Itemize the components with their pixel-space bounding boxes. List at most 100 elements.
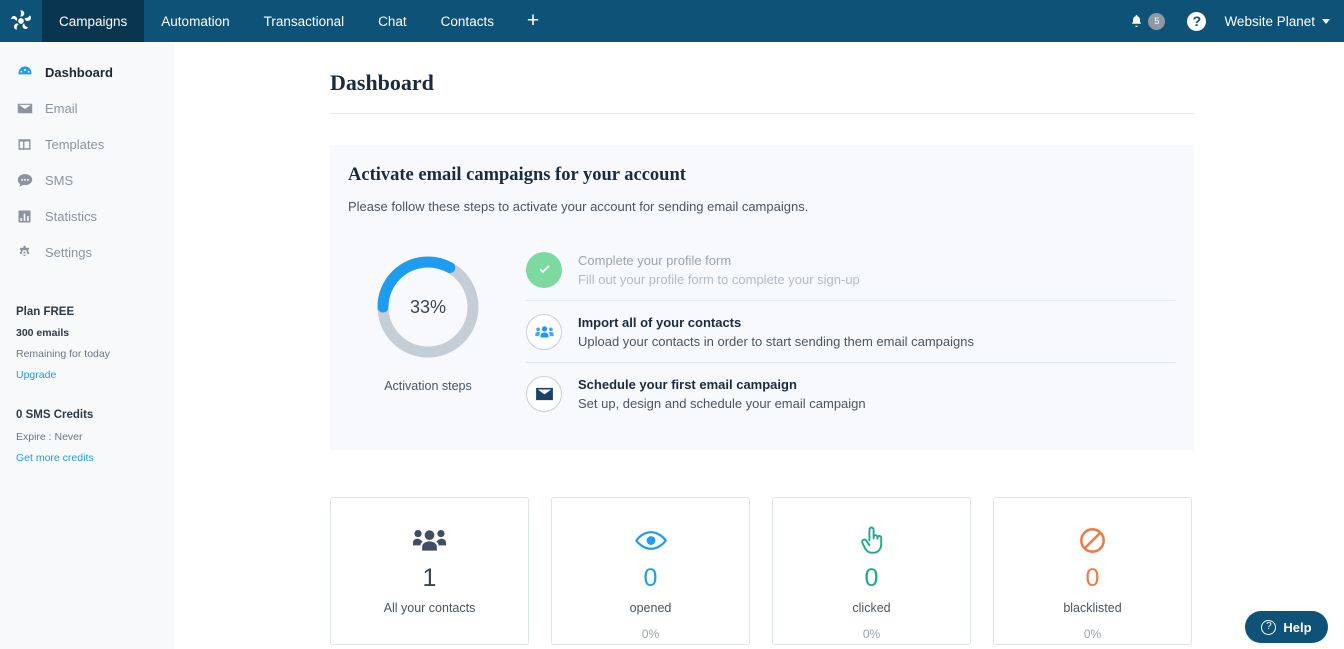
help-icon[interactable]: ? — [1187, 11, 1207, 31]
envelope-icon — [16, 100, 33, 117]
nav-tab-label: Contacts — [440, 13, 494, 29]
sidebar-item-label: Settings — [45, 244, 92, 260]
stat-card-value: 0 — [643, 564, 658, 592]
activation-panel-body: 33% Activation steps Complete your profi… — [330, 239, 1194, 425]
pointing-hand-icon — [859, 514, 885, 566]
app-logo[interactable] — [0, 0, 42, 42]
activation-step-text: Complete your profile form Fill out your… — [578, 253, 860, 287]
nav-tab-label: Chat — [378, 13, 407, 29]
pinwheel-logo-icon — [10, 10, 31, 30]
activation-step-title: Complete your profile form — [578, 252, 732, 268]
eye-icon — [634, 514, 667, 566]
bar-chart-icon — [16, 208, 33, 225]
stat-card-value: 0 — [864, 564, 879, 592]
gear-icon — [16, 244, 33, 261]
upgrade-link[interactable]: Upgrade — [16, 369, 174, 381]
dashboard-icon — [16, 64, 33, 81]
activation-step-text: Schedule your first email campaign Set u… — [578, 377, 866, 411]
sidebar-item-settings[interactable]: Settings — [0, 234, 174, 270]
question-mark-icon: ? — [1261, 619, 1277, 635]
stat-cards: 1 All your contacts 0 opened 0% 0 clicke… — [330, 497, 1194, 645]
main-content: Dashboard Activate email campaigns for y… — [174, 42, 1344, 649]
envelope-icon — [526, 376, 562, 412]
stat-card-contacts[interactable]: 1 All your contacts — [330, 497, 529, 645]
notifications-button[interactable]: 5 — [1121, 12, 1173, 30]
sms-expire: Expire : Never — [16, 431, 83, 443]
nav-tab-label: Campaigns — [59, 13, 128, 29]
nav-tab-transactional[interactable]: Transactional — [247, 0, 362, 42]
page-title: Dashboard — [330, 70, 434, 95]
sms-credits-info: 0 SMS Credits Expire : Never Get more cr… — [0, 381, 174, 464]
nav-tab-automation[interactable]: Automation — [144, 0, 246, 42]
activation-step-title: Import all of your contacts — [578, 314, 742, 330]
check-icon — [526, 251, 562, 288]
stat-card-label: All your contacts — [383, 601, 476, 615]
stat-card-value: 0 — [1085, 564, 1100, 592]
activation-step-campaign[interactable]: Schedule your first email campaign Set u… — [526, 363, 1176, 425]
account-name: Website Planet — [1224, 13, 1315, 29]
activation-step-title: Schedule your first email campaign — [578, 377, 797, 392]
sidebar-item-sms[interactable]: SMS — [0, 162, 174, 198]
stat-card-opened[interactable]: 0 opened 0% — [551, 497, 750, 645]
templates-icon — [16, 136, 33, 153]
progress-percent: 33% — [409, 296, 447, 317]
sidebar-item-label: Templates — [45, 136, 105, 152]
sidebar-item-statistics[interactable]: Statistics — [0, 198, 174, 234]
contacts-icon — [526, 313, 562, 350]
stat-card-label: clicked — [852, 601, 891, 615]
help-widget-button[interactable]: ? Help — [1245, 611, 1328, 643]
activation-steps-list: Complete your profile form Fill out your… — [526, 239, 1194, 425]
primary-nav: Campaigns Automation Transactional Chat … — [42, 0, 555, 42]
stat-card-percent: 0% — [641, 627, 660, 641]
plan-title: Plan FREE — [16, 306, 75, 318]
activation-panel-subtitle: Please follow these steps to activate yo… — [348, 199, 809, 214]
sms-credits-title: 0 SMS Credits — [16, 409, 94, 421]
plan-info: Plan FREE 300 emails Remaining for today… — [0, 270, 174, 381]
sidebar-item-templates[interactable]: Templates — [0, 126, 174, 162]
header-actions: 5 ? Website Planet — [1121, 0, 1344, 42]
sidebar-item-email[interactable]: Email — [0, 90, 174, 126]
nav-tab-campaigns[interactable]: Campaigns — [42, 0, 145, 42]
add-new-button[interactable]: + — [511, 0, 555, 42]
people-group-icon — [413, 514, 446, 566]
activation-step-desc: Upload your contacts in order to start s… — [578, 333, 974, 349]
stat-card-label: opened — [629, 601, 672, 615]
activation-step-desc: Fill out your profile form to complete y… — [578, 271, 860, 287]
help-widget-label: Help — [1283, 619, 1312, 635]
nav-tab-label: Automation — [161, 13, 230, 29]
sidebar-item-label: SMS — [45, 172, 74, 188]
sidebar-item-label: Email — [45, 100, 78, 116]
get-more-credits-link[interactable]: Get more credits — [16, 452, 174, 464]
progress-donut: 33% — [372, 251, 484, 363]
stat-card-value: 1 — [422, 564, 437, 592]
sidebar-item-label: Statistics — [45, 208, 98, 224]
plan-emails: 300 emails — [16, 327, 70, 339]
stat-card-blacklisted[interactable]: 0 blacklisted 0% — [993, 497, 1192, 645]
activation-step-profile[interactable]: Complete your profile form Fill out your… — [526, 239, 1176, 301]
title-divider — [330, 113, 1194, 114]
blocked-icon — [1079, 514, 1106, 566]
sidebar-item-label: Dashboard — [45, 64, 113, 80]
stat-card-percent: 0% — [1083, 627, 1102, 641]
sidebar-item-dashboard[interactable]: Dashboard — [0, 54, 174, 90]
nav-tab-contacts[interactable]: Contacts — [424, 0, 511, 42]
stat-card-label: blacklisted — [1063, 601, 1122, 615]
top-header: Campaigns Automation Transactional Chat … — [0, 0, 1344, 42]
sidebar-nav: Dashboard Email Templates SMS Statistics — [0, 42, 174, 270]
activation-panel: Activate email campaigns for your accoun… — [330, 145, 1194, 450]
nav-tab-chat[interactable]: Chat — [361, 0, 424, 42]
activation-panel-title: Activate email campaigns for your accoun… — [348, 165, 686, 185]
nav-tab-label: Transactional — [263, 13, 345, 29]
notification-badge: 5 — [1148, 12, 1166, 30]
chat-bubble-icon — [16, 172, 33, 189]
account-menu[interactable]: Website Planet — [1218, 14, 1330, 29]
activation-step-text: Import all of your contacts Upload your … — [578, 315, 974, 349]
activation-step-desc: Set up, design and schedule your email c… — [578, 396, 866, 411]
chevron-down-icon — [1322, 18, 1330, 24]
stat-card-percent: 0% — [862, 627, 881, 641]
activation-progress: 33% Activation steps — [330, 239, 526, 425]
stat-card-clicked[interactable]: 0 clicked 0% — [772, 497, 971, 645]
progress-label: Activation steps — [384, 379, 472, 393]
bell-icon — [1132, 15, 1142, 28]
activation-step-contacts[interactable]: Import all of your contacts Upload your … — [526, 301, 1176, 363]
